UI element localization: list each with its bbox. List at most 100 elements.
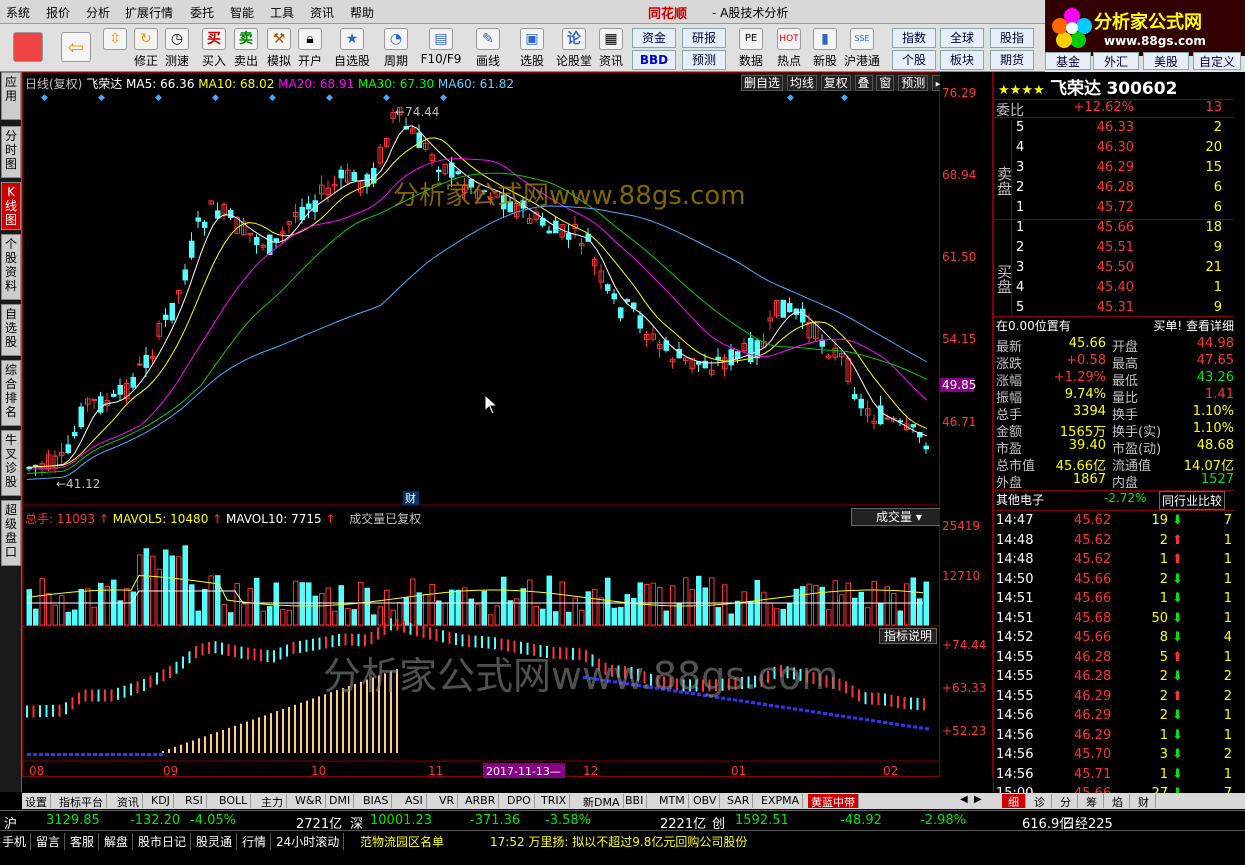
sell-row[interactable]: 3 46.29 15 bbox=[994, 160, 1234, 179]
tool-data[interactable]: PE 数据 bbox=[734, 26, 768, 70]
nav-watchlist[interactable]: 自选股 bbox=[1, 304, 21, 356]
indicator-tab[interactable]: 指标平台 bbox=[56, 794, 107, 809]
nav-stock-info[interactable]: 个股资料 bbox=[1, 234, 21, 300]
menu-trade[interactable]: 委托 bbox=[190, 4, 214, 21]
nav-kline[interactable]: K线图 bbox=[1, 182, 21, 230]
back-button[interactable]: ⇦ bbox=[58, 26, 94, 70]
menu-smart[interactable]: 智能 bbox=[230, 4, 254, 21]
tool-del-watch[interactable]: 删自选 bbox=[741, 75, 784, 91]
status-link[interactable]: 行情 bbox=[242, 833, 272, 850]
status-link[interactable]: 留言 bbox=[36, 833, 66, 850]
btn-forex[interactable]: 外汇 bbox=[1093, 52, 1139, 70]
buy-row[interactable]: 1 45.66 18 bbox=[994, 220, 1234, 239]
tool-draw[interactable]: ✎ 画线 bbox=[468, 26, 508, 70]
tool-open-account[interactable]: 🔒︎ 开户 bbox=[296, 26, 324, 70]
menu-ext-market[interactable]: 扩展行情 bbox=[125, 4, 173, 21]
tool-speed[interactable]: ◷ 测速 bbox=[162, 26, 192, 70]
tool-window[interactable]: 窗 bbox=[876, 75, 895, 91]
right-tab[interactable]: 筹 bbox=[1080, 794, 1104, 809]
indicator-tab[interactable]: EXPMA bbox=[758, 794, 804, 808]
btn-stock[interactable]: 个股 bbox=[892, 50, 936, 70]
grid-button[interactable] bbox=[8, 26, 48, 70]
indicator-tab[interactable]: BOLL bbox=[216, 794, 252, 808]
sell-row[interactable]: 1 45.72 6 bbox=[994, 200, 1234, 219]
indicator-tab[interactable]: KDJ bbox=[148, 794, 174, 808]
right-tab[interactable]: 细 bbox=[1002, 794, 1026, 809]
indicator-tab[interactable]: DMI bbox=[326, 794, 355, 808]
up-down-button[interactable]: ⇳ bbox=[100, 26, 130, 70]
nav-intraday[interactable]: 分时图 bbox=[1, 126, 21, 178]
tool-forecast[interactable]: 预测 bbox=[898, 75, 929, 91]
btn-global[interactable]: 全球 bbox=[940, 28, 984, 48]
right-tab[interactable]: 诊 bbox=[1028, 794, 1052, 809]
btn-futures[interactable]: 期货 bbox=[990, 50, 1034, 70]
tool-forum[interactable]: 论论股堂 bbox=[556, 26, 592, 70]
nav-apps[interactable]: 应用 bbox=[1, 72, 21, 120]
indicator-tab[interactable]: MTM bbox=[656, 794, 689, 808]
status-link[interactable]: 客服 bbox=[70, 833, 100, 850]
indicator-tab[interactable]: W&R bbox=[292, 794, 327, 808]
kline-chart-area[interactable]: ◆ ◆ ◆ ◆ ◆ ◆ ◆ ◆ ◆ ◆ ←74.44 ←41.12 财 08 09 10 11 12 01 02 201… bbox=[22, 72, 965, 778]
peer-compare-button[interactable]: 同行业比较 bbox=[1159, 491, 1226, 510]
indicator-tab[interactable]: 黄蓝中带 bbox=[808, 794, 859, 809]
btn-fund[interactable]: 资金 bbox=[632, 28, 676, 48]
indicator-tab[interactable]: SAR bbox=[724, 794, 754, 808]
sector-name[interactable]: 其他电子 bbox=[996, 491, 1044, 508]
indicator-tab[interactable]: BIAS bbox=[360, 794, 393, 808]
menu-help[interactable]: 帮助 bbox=[350, 4, 374, 21]
nav-diagnosis[interactable]: 牛叉诊股 bbox=[1, 430, 21, 496]
nav-ranking[interactable]: 综合排名 bbox=[1, 360, 21, 426]
indicator-tab[interactable]: TRIX bbox=[538, 794, 571, 808]
status-link[interactable]: 解盘 bbox=[104, 833, 134, 850]
indicator-tab[interactable]: VR bbox=[436, 794, 459, 808]
tool-ipo[interactable]: ▮ 新股 bbox=[808, 26, 842, 70]
indicator-tab[interactable]: 资讯 bbox=[114, 794, 143, 809]
right-tab[interactable]: 财 bbox=[1132, 794, 1156, 809]
menu-system[interactable]: 系统 bbox=[6, 4, 30, 21]
news-ticker-2[interactable]: 17:52 万里扬: 拟以不超过9.8亿元回购公司股份 bbox=[490, 833, 747, 850]
buy-row[interactable]: 3 45.50 21 bbox=[994, 260, 1234, 279]
indicator-help-button[interactable]: 指标说明 bbox=[879, 628, 937, 644]
tool-f10[interactable]: ▤ F10/F9 bbox=[420, 26, 462, 70]
buy-row[interactable]: 2 45.51 9 bbox=[994, 240, 1234, 259]
btn-forecast[interactable]: 预测 bbox=[682, 50, 726, 70]
indicator-tab[interactable]: 设置 bbox=[22, 794, 51, 809]
period-label[interactable]: 日线(复权) bbox=[25, 77, 82, 91]
menu-news[interactable]: 资讯 bbox=[310, 4, 334, 21]
buy-row[interactable]: 4 45.40 1 bbox=[994, 280, 1234, 299]
sell-row[interactable]: 2 46.28 6 bbox=[994, 180, 1234, 199]
nav-super-orderbook[interactable]: 超级盘口 bbox=[1, 500, 21, 566]
tool-hot[interactable]: HOT 热点 bbox=[772, 26, 806, 70]
tool-adjust[interactable]: 复权 bbox=[820, 75, 851, 91]
status-link[interactable]: 股灵通 bbox=[196, 833, 238, 850]
status-link[interactable]: 24小时滚动 bbox=[276, 833, 345, 850]
status-link[interactable]: 手机 bbox=[2, 833, 32, 850]
btn-us-stock[interactable]: 美股 bbox=[1143, 52, 1189, 70]
btn-index[interactable]: 指数 bbox=[892, 28, 936, 48]
sell-row[interactable]: 4 46.30 20 bbox=[994, 140, 1234, 159]
indicator-tab[interactable]: DPO bbox=[504, 794, 535, 808]
right-tab[interactable]: 焰 bbox=[1106, 794, 1130, 809]
indicator-tab[interactable]: 新DMA bbox=[580, 794, 624, 809]
indicator-tab[interactable]: 主力 bbox=[258, 794, 287, 809]
menu-analysis[interactable]: 分析 bbox=[86, 4, 110, 21]
tool-ma[interactable]: 均线 bbox=[786, 75, 817, 91]
tool-fix[interactable]: ↻ 修正 bbox=[132, 26, 160, 70]
tool-hk-connect[interactable]: SSE 沪港通 bbox=[842, 26, 882, 70]
tool-sell[interactable]: 卖卖出 bbox=[232, 26, 260, 70]
tool-watchlist[interactable]: ★ 自选股 bbox=[332, 26, 372, 70]
scroll-left-icon[interactable]: ◀ bbox=[960, 794, 968, 805]
btn-stock-index[interactable]: 股指 bbox=[990, 28, 1034, 48]
btn-sector[interactable]: 板块 bbox=[940, 50, 984, 70]
indicator-tab[interactable]: ASI bbox=[402, 794, 427, 808]
tool-simulate[interactable]: ⚒ 模拟 bbox=[264, 26, 294, 70]
tool-overlay[interactable]: 叠 bbox=[854, 75, 873, 91]
indicator-tab[interactable]: OBV bbox=[690, 794, 721, 808]
btn-bbd[interactable]: BBD bbox=[632, 50, 676, 70]
tool-period[interactable]: ◔ 周期 bbox=[376, 26, 416, 70]
scroll-right-icon[interactable]: ▶ bbox=[974, 794, 982, 805]
status-link[interactable]: 股市日记 bbox=[138, 833, 192, 850]
tool-news[interactable]: ▦ 资讯 bbox=[596, 26, 626, 70]
menu-quote[interactable]: 报价 bbox=[46, 4, 70, 21]
indicator-tab[interactable]: ARBR bbox=[462, 794, 500, 808]
